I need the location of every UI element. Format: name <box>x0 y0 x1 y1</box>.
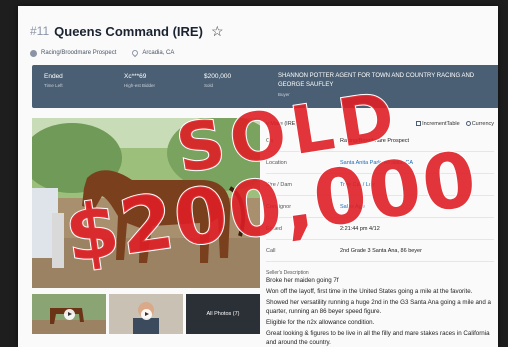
thumbnail-video-1[interactable] <box>32 294 106 334</box>
description-line: Broke her maiden going 7f <box>266 277 339 284</box>
table-icon <box>416 121 422 126</box>
status-ended: Ended Time Left <box>44 73 63 88</box>
play-icon <box>63 308 75 320</box>
sellers-description: Broke her maiden going 7f Won off the la… <box>266 276 494 347</box>
description-line: Eligible for the n2x allowance condition… <box>266 319 375 326</box>
lot-number: #11 <box>30 24 50 38</box>
category-icon <box>30 49 37 57</box>
photo-thumbnails: All Photos (7) <box>32 294 260 338</box>
status-price: $200,000 Sold <box>204 73 232 88</box>
description-line: Won off the layoff, first time in the Un… <box>266 288 473 295</box>
description-line: Great looking & figures to be live in al… <box>266 330 490 346</box>
listing-header: #11 Queens Command (IRE) ☆ <box>30 20 488 42</box>
location-label: Arcadia, CA <box>142 50 175 56</box>
horse-title: Queens Command (IRE) <box>54 23 203 39</box>
play-icon <box>140 308 152 320</box>
listing-subheader: Racing/Broodmare Prospect Arcadia, CA <box>30 47 488 59</box>
currency-link[interactable]: Currency <box>465 121 494 127</box>
listing-page: #11 Queens Command (IRE) ☆ Racing/Broodm… <box>18 6 498 347</box>
thumbnail-video-2[interactable] <box>109 294 183 334</box>
all-photos-button[interactable]: All Photos (7) <box>186 294 260 334</box>
description-line: Showed her versatility running a huge 2n… <box>266 299 491 315</box>
increment-table-link[interactable]: IncrementTable <box>416 121 460 127</box>
category-label: Racing/Broodmare Prospect <box>41 50 117 56</box>
favorite-star-icon[interactable]: ☆ <box>211 23 224 40</box>
location-pin-icon <box>131 48 140 58</box>
currency-icon <box>465 121 471 126</box>
status-high-bidder: Xc***69 High-est Bidder <box>124 73 156 88</box>
